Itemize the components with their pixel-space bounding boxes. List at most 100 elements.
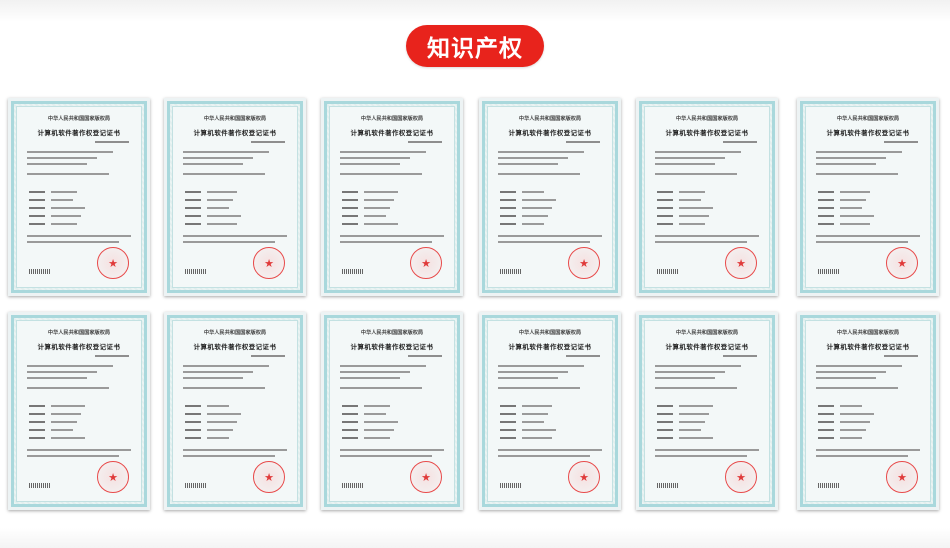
certificate-field-value <box>364 421 398 423</box>
certificate-field-value <box>679 223 705 225</box>
certificate-issuer: 中华人民共和国国家版权局 <box>47 116 111 122</box>
certificate-text-line <box>27 387 109 389</box>
certificate-text-line <box>340 173 422 175</box>
certificate-issuer: 中华人民共和国国家版权局 <box>360 116 424 122</box>
star-icon: ★ <box>108 470 118 484</box>
certificate-field-label <box>500 207 516 209</box>
certificate-field-label <box>29 429 45 431</box>
red-star-seal-icon: ★ <box>725 247 757 279</box>
certificate-field-value <box>679 421 705 423</box>
certificate-field-label <box>500 413 516 415</box>
red-star-seal-icon: ★ <box>253 461 285 493</box>
certificate-field-label <box>818 199 834 201</box>
certificate-field-value <box>679 199 701 201</box>
certificate-text-line <box>498 387 580 389</box>
certificate-text-line <box>498 235 602 237</box>
certificate-text-line <box>816 235 920 237</box>
certificate-body: 中华人民共和国国家版权局 计算机软件著作权登记证书 ★ <box>805 106 931 288</box>
certificate-field-value <box>522 413 548 415</box>
certificate-text-line <box>816 455 908 457</box>
certificate-field-label <box>500 437 516 439</box>
certificate-field-label <box>657 215 673 217</box>
red-star-seal-icon: ★ <box>568 461 600 493</box>
certificate-field-label <box>818 421 834 423</box>
certificate-body: 中华人民共和国国家版权局 计算机软件著作权登记证书 ★ <box>329 320 455 502</box>
certificate-field-label <box>500 421 516 423</box>
barcode-icon <box>342 483 364 488</box>
certificate-text-line <box>183 157 253 159</box>
certificate-field-label <box>342 223 358 225</box>
certificate-text-line <box>498 449 602 451</box>
certificate-field-value <box>522 215 548 217</box>
certificate-text-line <box>340 235 444 237</box>
certificate-text-line <box>816 449 920 451</box>
certificate-field-label <box>657 429 673 431</box>
barcode-icon <box>657 483 679 488</box>
star-icon: ★ <box>108 256 118 270</box>
certificate-number <box>408 141 442 143</box>
certificate-field-label <box>818 215 834 217</box>
certificate-body: 中华人民共和国国家版权局 计算机软件著作权登记证书 ★ <box>16 320 142 502</box>
certificate-thumbnail: 中华人民共和国国家版权局 计算机软件著作权登记证书 ★ <box>479 98 621 296</box>
certificate-field-label <box>500 199 516 201</box>
certificate-text-line <box>498 151 584 153</box>
certificate-text-line <box>27 377 87 379</box>
certificate-text-line <box>816 241 908 243</box>
barcode-icon <box>185 269 207 274</box>
certificate-number <box>884 355 918 357</box>
certificate-field-value <box>51 223 77 225</box>
star-icon: ★ <box>579 470 589 484</box>
certificate-field-value <box>679 429 701 431</box>
certificate-field-label <box>342 429 358 431</box>
red-star-seal-icon: ★ <box>410 247 442 279</box>
red-star-seal-icon: ★ <box>97 461 129 493</box>
barcode-icon <box>500 483 522 488</box>
certificate-body: 中华人民共和国国家版权局 计算机软件著作权登记证书 ★ <box>487 320 613 502</box>
certificate-field-label <box>185 215 201 217</box>
certificate-text-line <box>498 365 584 367</box>
certificate-number <box>408 355 442 357</box>
certificate-field-value <box>840 413 874 415</box>
star-icon: ★ <box>897 256 907 270</box>
certificate-field-value <box>522 437 552 439</box>
certificate-title: 计算机软件著作权登记证书 <box>508 129 592 137</box>
certificate-field-value <box>207 191 237 193</box>
certificate-field-value <box>207 215 241 217</box>
certificate-field-value <box>840 421 870 423</box>
certificate-thumbnail: 中华人民共和国国家版权局 计算机软件著作权登记证书 ★ <box>8 312 150 510</box>
certificate-thumbnail: 中华人民共和国国家版权局 计算机软件著作权登记证书 ★ <box>636 312 778 510</box>
certificate-issuer: 中华人民共和国国家版权局 <box>675 116 739 122</box>
certificate-text-line <box>27 151 113 153</box>
certificate-text-line <box>498 157 568 159</box>
certificate-field-value <box>840 429 866 431</box>
certificate-body: 中华人民共和国国家版权局 计算机软件著作权登记证书 ★ <box>329 106 455 288</box>
certificate-text-line <box>655 151 741 153</box>
certificate-text-line <box>816 163 876 165</box>
certificate-text-line <box>340 449 444 451</box>
red-star-seal-icon: ★ <box>886 461 918 493</box>
certificate-field-value <box>840 223 870 225</box>
certificate-field-label <box>185 207 201 209</box>
barcode-icon <box>29 483 51 488</box>
certificate-text-line <box>340 365 426 367</box>
certificate-number <box>95 141 129 143</box>
certificate-number <box>723 141 757 143</box>
certificate-text-line <box>183 151 269 153</box>
certificate-field-value <box>51 421 77 423</box>
certificate-thumbnail: 中华人民共和国国家版权局 计算机软件著作权登记证书 ★ <box>797 312 939 510</box>
certificate-field-label <box>342 413 358 415</box>
certificate-number <box>723 355 757 357</box>
certificate-field-label <box>657 223 673 225</box>
certificate-field-label <box>657 191 673 193</box>
certificate-field-value <box>207 199 233 201</box>
certificate-title: 计算机软件著作权登记证书 <box>37 129 121 137</box>
certificate-field-value <box>364 429 394 431</box>
certificate-field-value <box>51 191 77 193</box>
certificate-field-label <box>657 421 673 423</box>
barcode-icon <box>818 269 840 274</box>
certificate-number <box>251 355 285 357</box>
certificate-text-line <box>340 371 410 373</box>
certificate-field-label <box>342 199 358 201</box>
certificate-field-label <box>818 405 834 407</box>
barcode-icon <box>342 269 364 274</box>
